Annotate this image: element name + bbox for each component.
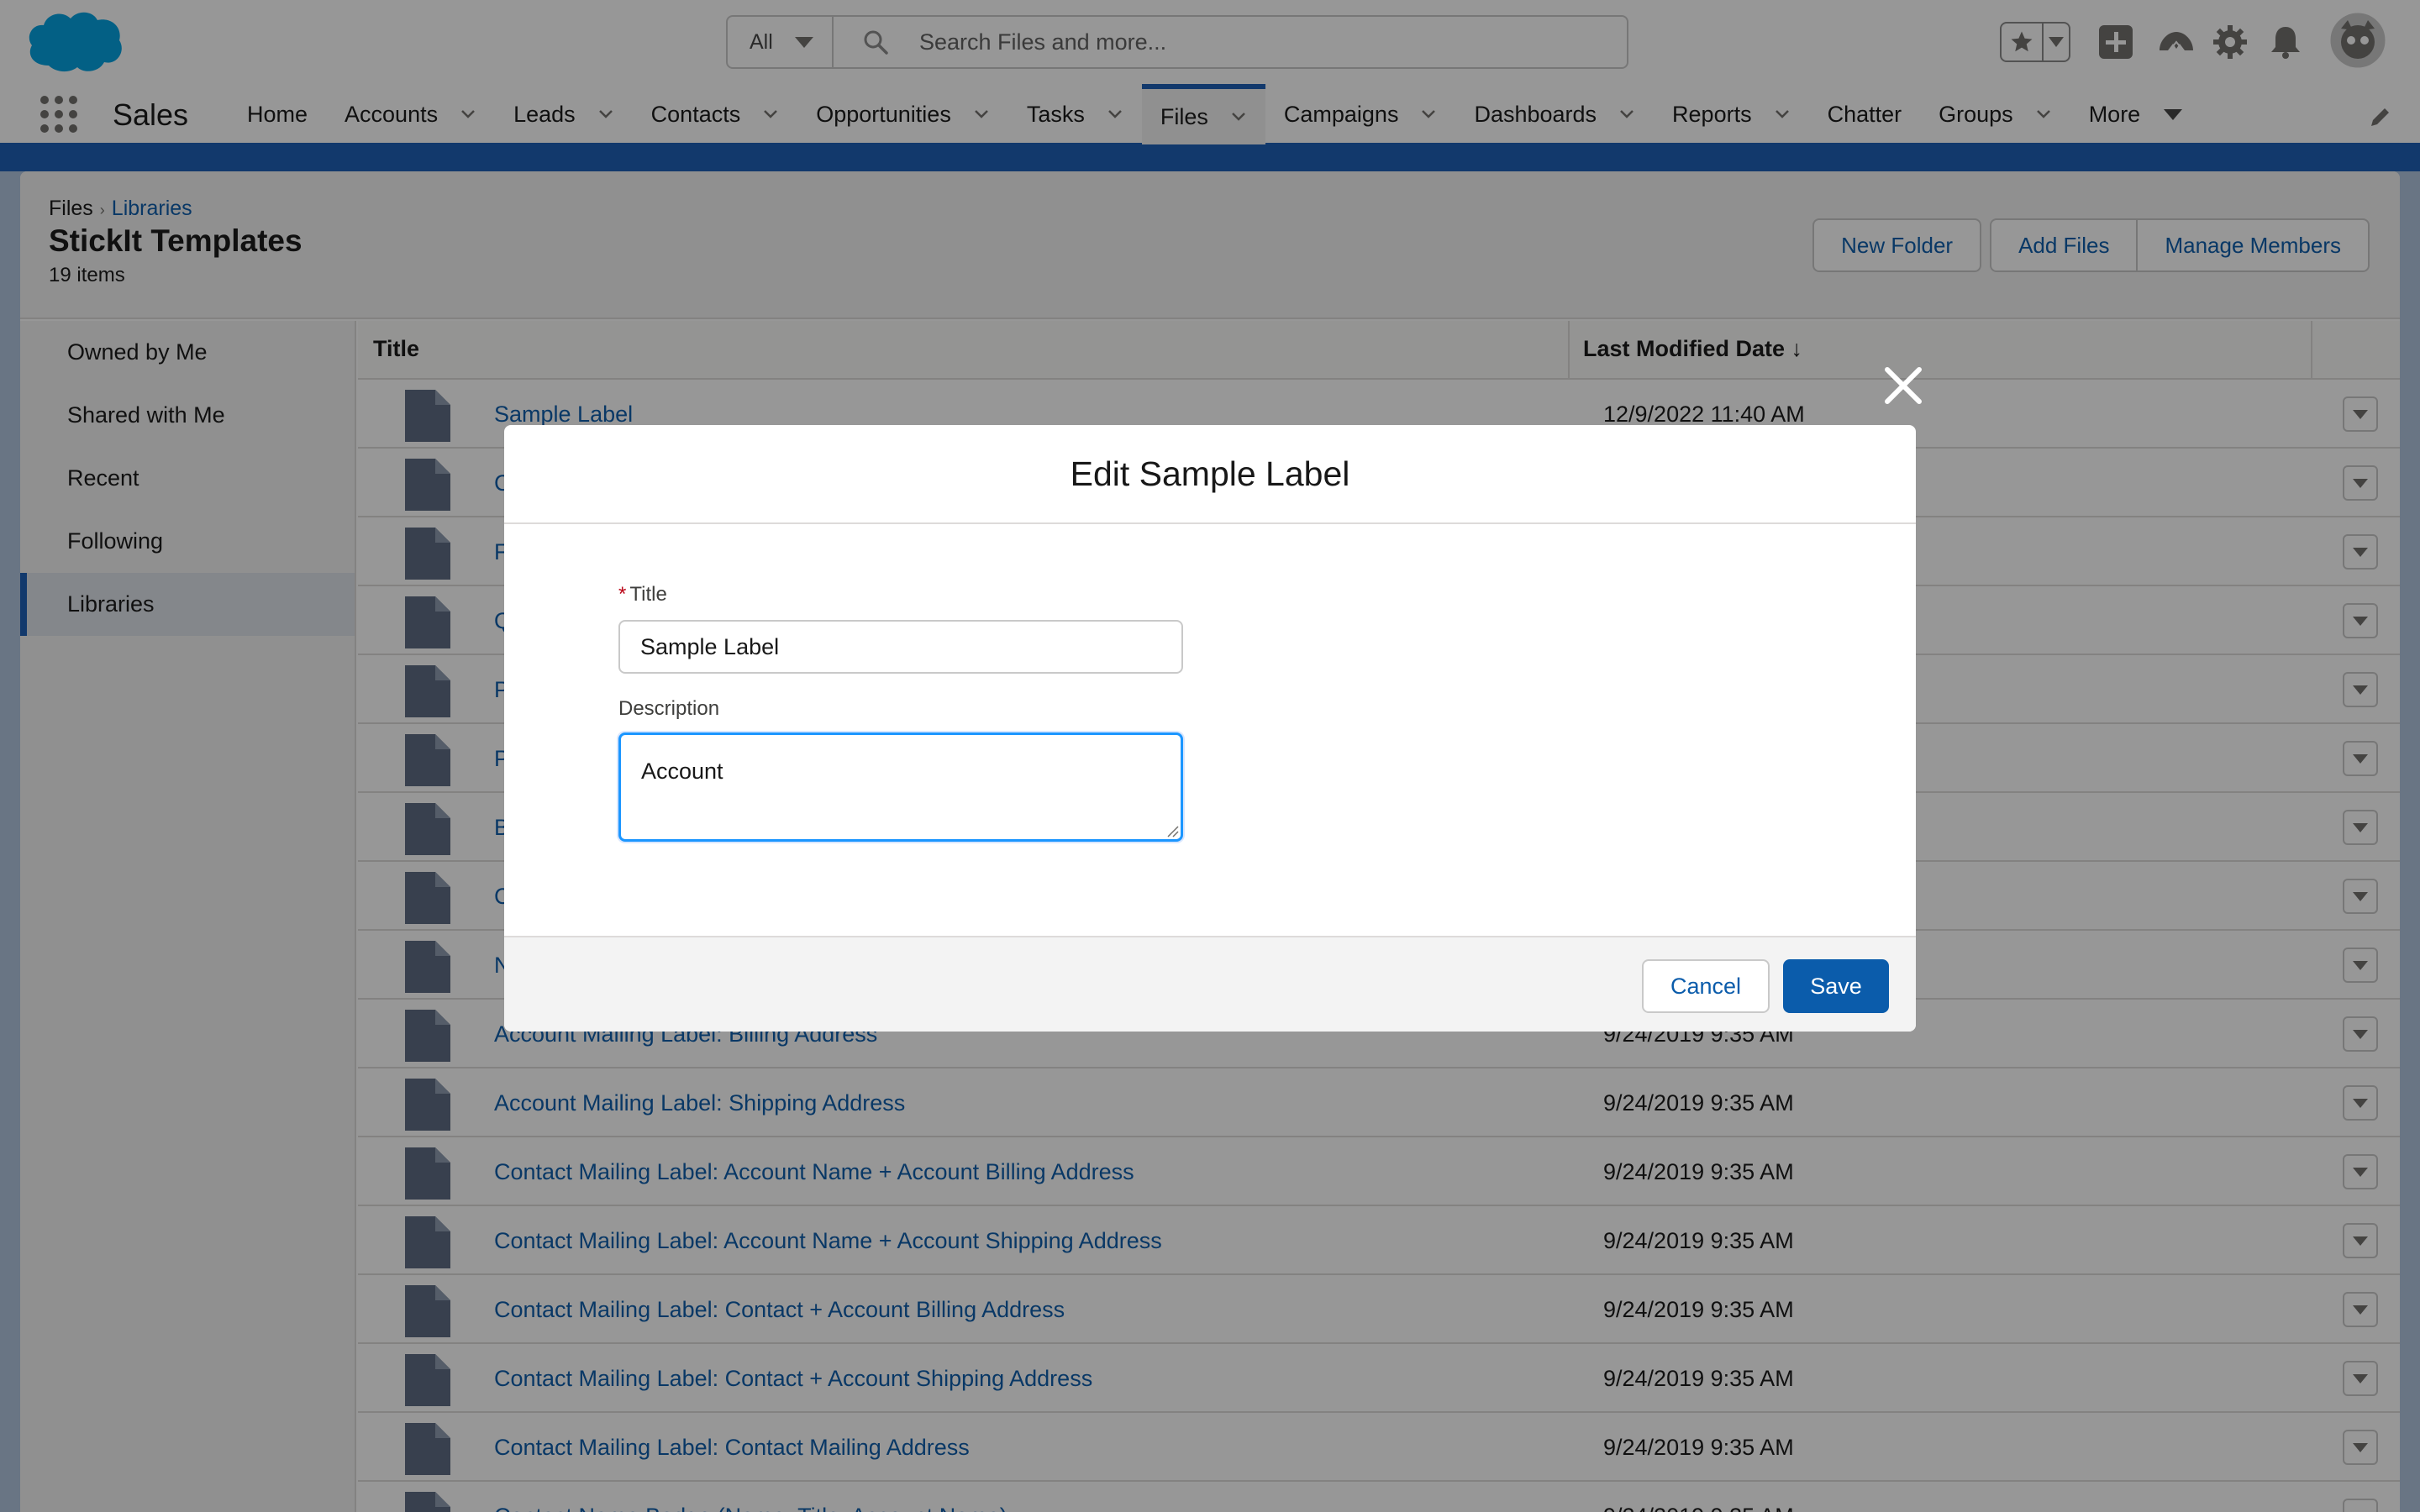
- modal-footer: Cancel Save: [504, 936, 1916, 1032]
- edit-file-modal: Edit Sample Label *Title Description Acc…: [504, 425, 1916, 1032]
- modal-title: Edit Sample Label: [504, 425, 1916, 524]
- description-field-label: Description: [618, 697, 720, 720]
- save-button[interactable]: Save: [1783, 959, 1889, 1013]
- resize-handle-icon[interactable]: [1166, 825, 1180, 838]
- title-field-label: * Title: [618, 583, 667, 606]
- description-field[interactable]: Account: [618, 732, 1183, 842]
- cancel-button[interactable]: Cancel: [1642, 959, 1770, 1013]
- required-indicator: *: [618, 583, 627, 606]
- close-icon[interactable]: [1879, 361, 1928, 410]
- title-field[interactable]: [618, 620, 1183, 674]
- modal-body: *Title Description Account: [504, 524, 1916, 936]
